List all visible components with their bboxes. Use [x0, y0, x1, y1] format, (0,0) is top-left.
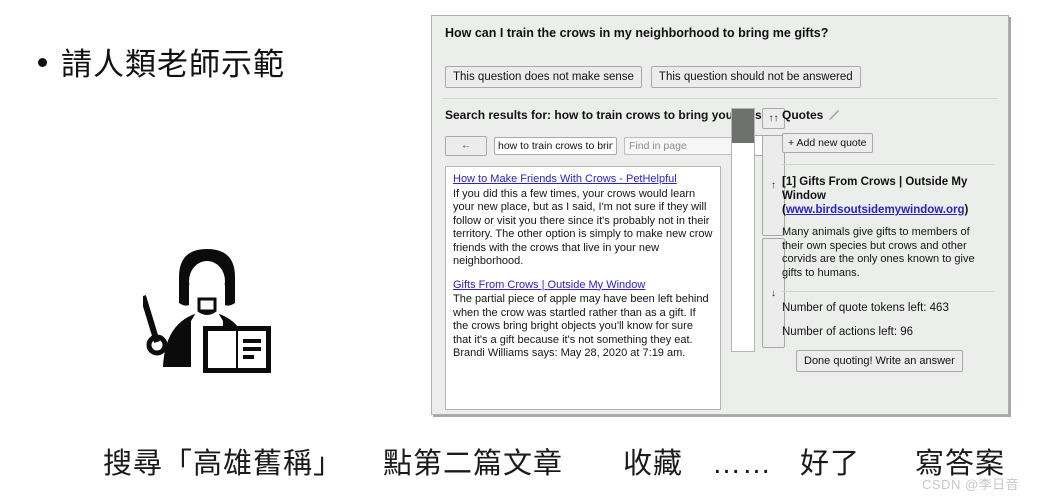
quote-title-text: Gifts From Crows | Outside My Window — [782, 176, 968, 202]
caption-search: 搜尋「高雄舊稱」 — [103, 448, 344, 480]
reject-button-group: This question does not make sense This q… — [445, 66, 861, 88]
quotes-heading: Quotes — [782, 108, 994, 122]
result-snippet: The partial piece of apple may have been… — [453, 293, 709, 359]
search-results-list[interactable]: How to Make Friends With Crows - PetHelp… — [445, 166, 721, 410]
csdn-watermark: CSDN @李日音 — [922, 477, 1020, 492]
pencil-icon — [829, 109, 840, 120]
find-in-page-input[interactable] — [624, 136, 744, 155]
header-divider — [442, 98, 998, 99]
search-results-column: Search results for: how to train crows t… — [445, 108, 785, 410]
list-item[interactable]: Gifts From Crows | Outside My Window The… — [446, 273, 720, 365]
teacher-illustration-icon — [143, 249, 271, 373]
question-does-not-make-sense-button[interactable]: This question does not make sense — [445, 66, 642, 88]
actions-left: Number of actions left: 96 — [782, 326, 914, 338]
caption-done: 好了 — [800, 448, 861, 480]
quotes-column: Quotes + Add new quote [1] Gifts From Cr… — [782, 108, 994, 372]
caption-collect: 收藏 — [623, 448, 684, 480]
done-quoting-button[interactable]: Done quoting! Write an answer — [796, 350, 963, 372]
quotes-heading-label: Quotes — [782, 108, 824, 122]
scrollbar-thumb[interactable] — [732, 109, 754, 143]
quote-body: Many animals give gifts to members of th… — [782, 226, 975, 279]
caption-click-second-article: 點第二篇文章 — [383, 448, 564, 480]
quote-index: [1] — [782, 176, 797, 188]
caption-ellipsis: …… — [712, 448, 772, 480]
slide-bullet-line: 請人類老師示範 — [38, 46, 285, 85]
results-scrollbar[interactable] — [731, 108, 755, 352]
quotes-divider — [782, 164, 994, 165]
result-link[interactable]: How to Make Friends With Crows - PetHelp… — [453, 173, 713, 187]
result-link[interactable]: Gifts From Crows | Outside My Window — [453, 279, 713, 293]
search-query-input[interactable] — [494, 136, 617, 155]
list-item[interactable]: How to Make Friends With Crows - PetHelp… — [446, 167, 720, 273]
result-snippet: If you did this a few times, your crows … — [453, 187, 713, 268]
quote-tokens-left: Number of quote tokens left: 463 — [782, 302, 949, 314]
webgpt-app-panel: How can I train the crows in my neighbor… — [431, 15, 1009, 415]
slide-bullet-text: 請人類老師示範 — [61, 47, 285, 82]
quotes-counters-divider — [782, 291, 994, 292]
quote-source-link[interactable]: www.birdsoutsidemywindow.org — [786, 204, 965, 216]
bullet-dot-icon — [38, 58, 47, 68]
question-title: How can I train the crows in my neighbor… — [445, 26, 829, 40]
back-arrow-icon[interactable]: ← — [445, 135, 487, 156]
question-should-not-be-answered-button[interactable]: This question should not be answered — [650, 66, 861, 88]
add-new-quote-button[interactable]: + Add new quote — [782, 133, 873, 153]
caption-row: 搜尋「高雄舊稱」 點第二篇文章 收藏 …… 好了 寫答案 — [0, 444, 1043, 492]
quote-title: [1] Gifts From Crows | Outside My Window… — [782, 176, 969, 216]
